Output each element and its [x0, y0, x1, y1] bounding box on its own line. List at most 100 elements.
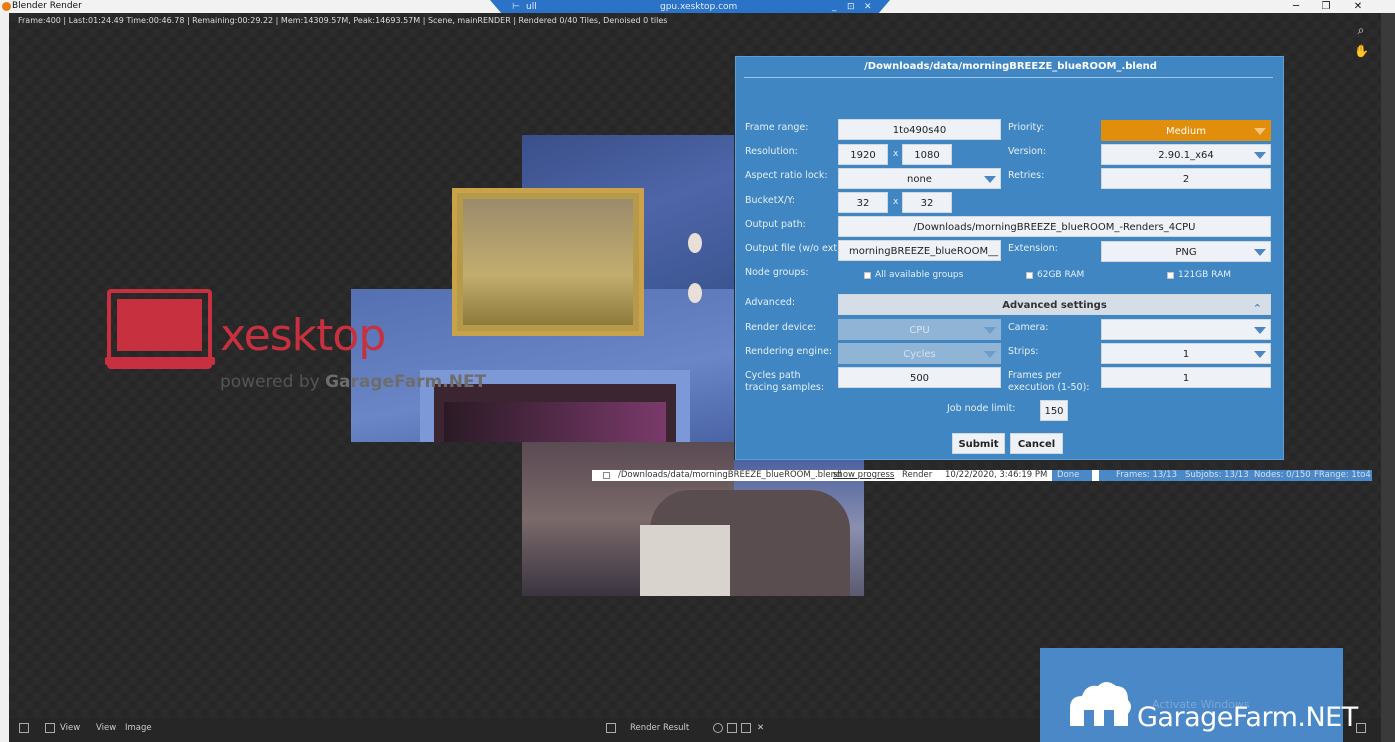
dialog-title: /Downloads/data/morningBREEZE_blueROOM_.…: [864, 61, 1157, 72]
node-groups-label: Node groups:: [745, 267, 809, 278]
job-frange: FRange: 1to4: [1314, 470, 1371, 480]
chevron-down-icon: [984, 176, 996, 183]
close-button[interactable]: ✕: [1346, 0, 1370, 13]
frame-range-input[interactable]: 1to490s40: [838, 119, 1001, 140]
garagefarm-cloud-icon: [1070, 682, 1131, 726]
bucket-x-input[interactable]: 32: [838, 192, 888, 213]
new-image-icon[interactable]: [727, 723, 737, 733]
chevron-down-icon: [1254, 128, 1266, 135]
version-value: 2.90.1_x64: [1158, 150, 1214, 161]
view-mode-icon[interactable]: [45, 723, 55, 733]
output-path-input[interactable]: /Downloads/morningBREEZE_blueROOM_-Rende…: [838, 216, 1271, 237]
remote-restore-button[interactable]: ⊡: [847, 0, 855, 14]
bucket-y-input[interactable]: 32: [902, 192, 952, 213]
job-list-row[interactable]: /Downloads/data/morningBREEZE_blueROOM_.…: [592, 470, 1372, 481]
node-group-checkbox[interactable]: [1167, 272, 1174, 279]
extension-label: Extension:: [1008, 243, 1058, 254]
view-menu[interactable]: View: [96, 718, 116, 738]
left-window-edge: [0, 13, 9, 742]
aspect-ratio-select[interactable]: none: [838, 168, 1001, 189]
remote-close-button[interactable]: ✕: [864, 0, 872, 14]
resolution-y-input[interactable]: 1080: [902, 144, 952, 165]
chevron-down-icon: [1254, 249, 1266, 256]
render-result-selector[interactable]: Render Result: [630, 718, 689, 738]
chevron-down-icon: [984, 327, 996, 334]
restore-button[interactable]: ❐: [1314, 0, 1338, 13]
blender-icon: [2, 2, 11, 11]
zoom-icon[interactable]: ⌕: [1354, 23, 1368, 37]
wall-lamp: [688, 283, 702, 303]
strips-label: Strips:: [1008, 346, 1039, 357]
resolution-separator: x: [893, 149, 899, 159]
advanced-settings-label: Advanced settings: [1002, 300, 1107, 311]
render-stats: Frame:400 | Last:01:24.49 Time:00:46.78 …: [18, 16, 668, 25]
retries-input[interactable]: 2: [1101, 168, 1271, 189]
chevron-down-icon: [1254, 152, 1266, 159]
submit-button[interactable]: Submit: [952, 433, 1005, 454]
samples-input[interactable]: 500: [838, 367, 1001, 388]
job-status: Done: [1057, 470, 1080, 480]
dialog-divider: [744, 77, 1273, 78]
camera-select[interactable]: [1101, 319, 1271, 340]
priority-label: Priority:: [1008, 122, 1045, 133]
extension-select[interactable]: PNG: [1101, 241, 1271, 262]
image-menu[interactable]: Image: [125, 718, 152, 738]
priority-select[interactable]: Medium: [1101, 120, 1271, 141]
job-row-checkbox[interactable]: [603, 472, 610, 479]
garagefarm-text: GarageFarm.NET: [1137, 702, 1358, 733]
output-file-input[interactable]: morningBREEZE_blueROOM__: [838, 240, 1001, 261]
screen: { "window": { "title": "Blender Render",…: [0, 0, 1395, 742]
garagefarm-logo: Activate Windows GarageFarm.NET: [1040, 648, 1358, 742]
powered-by-label: powered by: [220, 372, 320, 392]
aspect-ratio-label: Aspect ratio lock:: [745, 170, 828, 181]
advanced-settings-toggle[interactable]: Advanced settings ⌃: [838, 294, 1271, 315]
fake-user-icon[interactable]: [713, 723, 723, 733]
cancel-button[interactable]: Cancel: [1010, 433, 1063, 454]
job-nodes: Nodes: 0/150: [1254, 470, 1311, 480]
minimize-button[interactable]: ─: [1284, 0, 1308, 13]
retries-label: Retries:: [1008, 170, 1045, 181]
strips-value: 1: [1182, 349, 1190, 360]
pan-hand-icon[interactable]: ✋: [1354, 44, 1369, 58]
powered-by: powered by GarageFarm.NET: [220, 372, 486, 392]
painting-in-render: [452, 188, 644, 336]
unlink-icon[interactable]: ✕: [757, 718, 764, 738]
rendering-engine-label: Rendering engine:: [745, 346, 833, 357]
output-file-label: Output file (w/o ext):: [745, 243, 844, 254]
remote-minimize-button[interactable]: _: [832, 0, 837, 14]
resolution-x-input[interactable]: 1920: [838, 144, 888, 165]
frames-per-execution-input[interactable]: 1: [1101, 367, 1271, 388]
chevron-down-icon: [984, 351, 996, 358]
node-group-checkbox[interactable]: [864, 272, 871, 279]
extension-value: PNG: [1175, 247, 1197, 258]
job-file: /Downloads/data/morningBREEZE_blueROOM_.…: [618, 470, 842, 480]
view-dropdown[interactable]: View: [60, 718, 80, 738]
node-group-checkbox[interactable]: [1026, 272, 1033, 279]
bucket-separator: x: [893, 197, 899, 207]
job-node-limit-input[interactable]: 150: [1040, 400, 1068, 421]
editor-type-icon[interactable]: [19, 723, 29, 733]
aspect-ratio-value: none: [907, 174, 932, 185]
wall-lamp: [688, 233, 702, 253]
chevron-up-icon: ⌃: [1252, 302, 1262, 315]
priority-value: Medium: [1166, 126, 1206, 137]
open-folder-icon[interactable]: [741, 723, 751, 733]
xesktop-logo-icon: [105, 289, 215, 369]
bucket-label: BucketX/Y:: [745, 195, 795, 206]
rendering-engine-select[interactable]: Cycles: [838, 343, 1001, 364]
rendering-engine-value: Cycles: [903, 349, 936, 360]
job-frames: Frames: 13/13: [1116, 470, 1177, 480]
job-subjobs: Subjobs: 13/13: [1185, 470, 1249, 480]
render-device-select[interactable]: CPU: [838, 319, 1001, 340]
advanced-label: Advanced:: [745, 297, 796, 308]
image-browse-icon[interactable]: [606, 723, 616, 733]
job-type: Render: [902, 470, 933, 480]
version-select[interactable]: 2.90.1_x64: [1101, 144, 1271, 165]
remote-pin-icon[interactable]: ⊢: [512, 0, 520, 14]
job-submit-dialog: /Downloads/data/morningBREEZE_blueROOM_.…: [735, 56, 1284, 460]
render-device-label: Render device:: [745, 322, 817, 333]
strips-select[interactable]: 1: [1101, 343, 1271, 364]
remote-signal-tag: ull: [526, 2, 537, 12]
frames-per-execution-label: Frames per execution (1-50):: [1008, 370, 1090, 393]
show-progress-link[interactable]: show progress: [833, 470, 894, 481]
